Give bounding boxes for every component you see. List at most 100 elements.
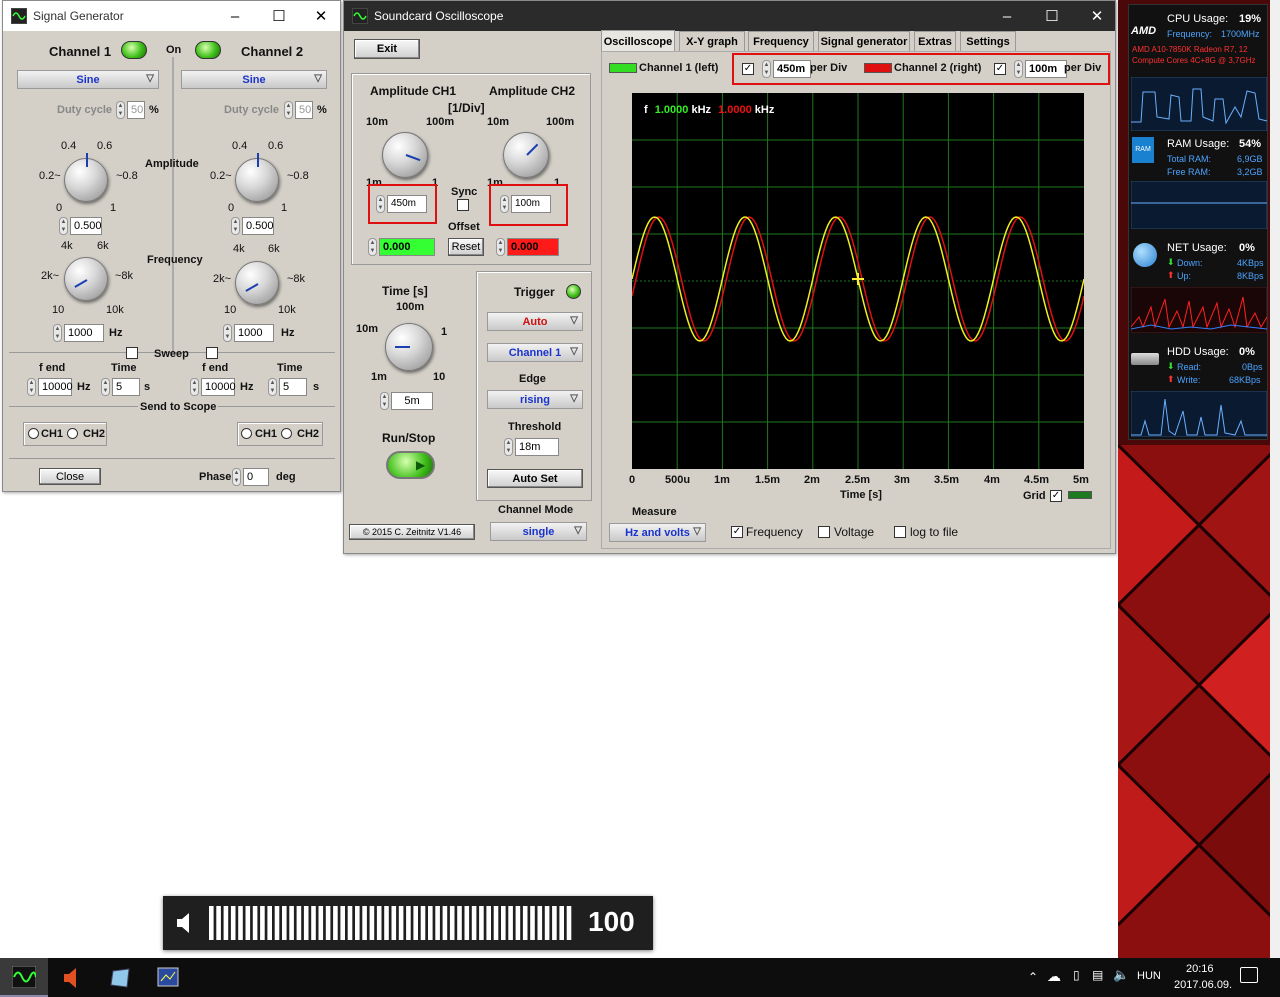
tray-network-icon[interactable]: ▤ — [1092, 968, 1103, 982]
amp-tick: 0 — [56, 202, 63, 214]
volume-tick — [515, 906, 521, 940]
tab-oscilloscope[interactable]: Oscilloscope — [601, 30, 675, 52]
sync-label: Sync — [451, 186, 478, 198]
ch1-on-led[interactable] — [121, 41, 147, 59]
minimize-button[interactable]: – — [215, 1, 255, 31]
tray-date[interactable]: 2017.06.09. — [1174, 979, 1232, 991]
log-to-file-checkbox[interactable] — [894, 526, 906, 538]
ch2-send-ch1-radio[interactable] — [241, 428, 252, 439]
volume-level-bar[interactable] — [209, 906, 579, 940]
close-button[interactable]: ✕ — [301, 1, 341, 31]
grid-label: Grid — [1023, 490, 1046, 502]
tray-chevron-up-icon[interactable]: ⌃ — [1028, 970, 1038, 984]
ch1-offset-spinner[interactable]: ▲ ▼ 0.000 — [368, 237, 435, 257]
x-tick-label: 2.5m — [845, 474, 871, 486]
ch1-amplitude-knob[interactable] — [382, 132, 428, 178]
up-arrow-icon: ⬆ — [1167, 270, 1175, 280]
close-button[interactable]: ✕ — [1077, 1, 1117, 31]
tab-frequency[interactable]: Frequency — [748, 31, 814, 51]
tray-usb-icon[interactable]: ▯ — [1073, 968, 1080, 982]
channel-mode-dropdown[interactable]: single ▽ — [490, 522, 587, 541]
ch2-time-spinner[interactable]: ▲ ▼ 5 — [268, 377, 307, 397]
ch2-visible-checkbox[interactable]: ✓ — [994, 63, 1006, 75]
ch2-duty-spinner[interactable]: ▲ ▼ 50 — [284, 100, 313, 120]
taskbar-speaker-app[interactable] — [48, 958, 96, 997]
chevron-down-icon: ▽ — [570, 315, 578, 326]
trigger-channel-dropdown[interactable]: Channel 1 ▽ — [487, 343, 583, 362]
ch1-fend-spinner[interactable]: ▲ ▼ 10000 — [27, 377, 73, 397]
tab-settings[interactable]: Settings — [960, 31, 1016, 51]
taskbar-oscilloscope-app[interactable] — [0, 958, 48, 997]
tray-cloud-icon[interactable]: ☁ — [1047, 968, 1061, 985]
tab-signal-generator[interactable]: Signal generator — [818, 31, 910, 51]
ch1-send-ch1-radio[interactable] — [28, 428, 39, 439]
tab-xy-graph[interactable]: X-Y graph — [679, 31, 745, 51]
volume-tick — [209, 906, 214, 940]
ch2-amplitude-spinner[interactable]: ▲ ▼ 0.500 — [231, 216, 274, 236]
tray-language[interactable]: HUN — [1137, 970, 1161, 982]
frequency-checkbox[interactable]: ✓ — [731, 526, 743, 538]
ch2-on-led[interactable] — [195, 41, 221, 59]
tray-time[interactable]: 20:16 — [1186, 963, 1214, 975]
time-knob[interactable] — [385, 323, 433, 371]
threshold-spinner[interactable]: ▲ ▼ 18m — [504, 437, 559, 457]
ch2-amplitude-knob[interactable] — [235, 153, 279, 202]
ch2-amplitude-spinner[interactable]: ▲ ▼ 100m — [500, 194, 551, 214]
ch1-time-spinner[interactable]: ▲ ▼ 5 — [101, 377, 140, 397]
hdd-icon — [1131, 353, 1159, 365]
runstop-button[interactable]: ▶ — [386, 451, 435, 479]
on-label: On — [166, 44, 182, 56]
ch1-sweep-checkbox[interactable] — [126, 347, 138, 359]
volume-tick — [369, 906, 375, 940]
minimize-button[interactable]: – — [987, 1, 1027, 31]
ch2-perdiv-spinner[interactable]: ▲ ▼ 100m — [1014, 59, 1067, 79]
amd-logo: AMD — [1131, 25, 1157, 37]
tray-volume-icon[interactable]: 🔈 — [1113, 967, 1129, 983]
ch1-duty-spinner[interactable]: ▲ ▼ 50 — [116, 100, 145, 120]
ch1-legend-swatch — [609, 63, 637, 73]
ch1-amplitude-spinner[interactable]: ▲ ▼ 0.500 — [59, 216, 102, 236]
grid-color-swatch[interactable] — [1068, 491, 1092, 499]
tab-extras[interactable]: Extras — [914, 31, 956, 51]
measure-dropdown[interactable]: Hz and volts ▽ — [609, 523, 706, 542]
ch2-frequency-spinner[interactable]: ▲ ▼ 1000 — [223, 323, 274, 343]
exit-button[interactable]: Exit — [354, 39, 420, 59]
ch1-visible-checkbox[interactable]: ✓ — [742, 63, 754, 75]
siggen-titlebar[interactable]: Signal Generator – ☐ ✕ — [3, 1, 340, 31]
trigger-mode-dropdown[interactable]: Auto ▽ — [487, 312, 583, 331]
ch2-send-ch2-radio[interactable] — [281, 428, 292, 439]
voltage-checkbox[interactable] — [818, 526, 830, 538]
taskbar-app-4[interactable] — [144, 958, 192, 997]
ch2-amplitude-knob[interactable] — [503, 132, 549, 178]
speaker-icon[interactable] — [175, 911, 197, 935]
ch1-amplitude-spinner[interactable]: ▲ ▼ 450m — [376, 194, 427, 214]
ch1-frequency-spinner[interactable]: ▲ ▼ 1000 — [53, 323, 104, 343]
ch2-sweep-checkbox[interactable] — [206, 347, 218, 359]
volume-tick — [282, 906, 287, 940]
autoset-button[interactable]: Auto Set — [487, 469, 583, 488]
taskbar-app-3[interactable] — [96, 958, 144, 997]
maximize-button[interactable]: ☐ — [1032, 1, 1072, 31]
ch1-send-ch2-radio[interactable] — [67, 428, 78, 439]
ch2-frequency-knob[interactable] — [235, 261, 279, 305]
ch2-waveform-dropdown[interactable]: Sine ▽ — [181, 70, 327, 89]
close-generator-button[interactable]: Close — [39, 468, 101, 485]
maximize-button[interactable]: ☐ — [259, 1, 299, 31]
ch1-waveform-dropdown[interactable]: Sine ▽ — [17, 70, 159, 89]
ram-title: RAM Usage: — [1167, 138, 1230, 150]
time-spinner[interactable]: ▲ ▼ 5m — [380, 391, 433, 411]
notification-icon[interactable] — [1240, 967, 1258, 983]
ch1-frequency-knob[interactable] — [64, 257, 108, 301]
phase-spinner[interactable]: ▲ ▼ 0 — [232, 467, 269, 487]
ch2-fend-spinner[interactable]: ▲ ▼ 10000 — [190, 377, 236, 397]
ch1-perdiv-spinner[interactable]: ▲ ▼ 450m — [762, 59, 811, 79]
ch1-amplitude-knob[interactable] — [64, 153, 108, 202]
offset-reset-button[interactable]: Reset — [448, 238, 484, 256]
scope-display[interactable] — [632, 93, 1084, 469]
grid-checkbox[interactable]: ✓ — [1050, 490, 1062, 502]
scope-titlebar[interactable]: Soundcard Oscilloscope – ☐ ✕ — [344, 1, 1115, 31]
sync-checkbox[interactable] — [457, 199, 469, 211]
sidebar-scrollbar[interactable] — [1270, 0, 1280, 958]
edge-dropdown[interactable]: rising ▽ — [487, 390, 583, 409]
ch2-offset-spinner[interactable]: ▲ ▼ 0.000 — [496, 237, 559, 257]
